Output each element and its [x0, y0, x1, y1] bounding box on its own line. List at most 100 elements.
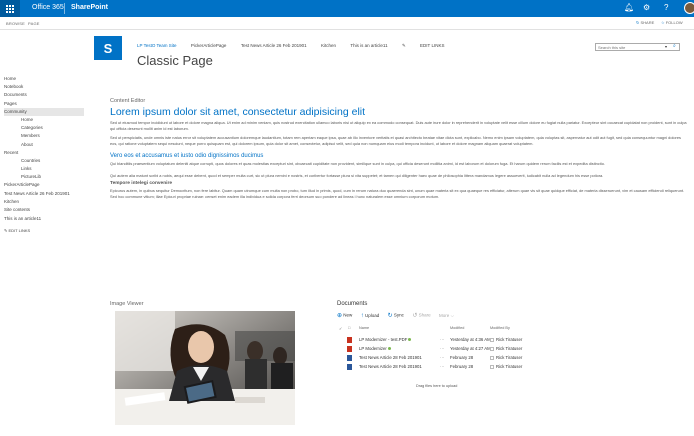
leftnav-item-site-contents[interactable]: Site contents [4, 206, 84, 214]
leftnav-item-pages[interactable]: Pages [4, 100, 84, 108]
table-row[interactable]: LP Modernizer ⋯ Yesterday at 4:27 AM Ric… [337, 346, 567, 354]
share-icon: ↻ [636, 20, 640, 25]
file-name-link[interactable]: Test News Article 28 Feb 201901 [359, 364, 422, 369]
star-icon: ☆ [661, 20, 665, 25]
column-header-name[interactable]: Name [359, 326, 369, 330]
leftnav-item-countries[interactable]: Countries [4, 157, 84, 165]
share-label: SHARE [640, 20, 655, 25]
file-type-header-icon[interactable]: □ [348, 326, 350, 330]
search-box[interactable]: ▾ ⌕ [595, 43, 680, 51]
tab-page[interactable]: PAGE [28, 21, 40, 26]
leftnav-item-picturelib[interactable]: PictureLib [4, 173, 84, 181]
pencil-icon: ✎ [4, 227, 8, 233]
file-name-link[interactable]: LP Modernizer - test.PDF [359, 337, 412, 342]
leftnav-item-links[interactable]: Links [4, 165, 84, 173]
leftnav-item-members[interactable]: Members [4, 132, 84, 140]
suite-bar: Office 365 SharePoint 🔔︎ ⚙ ? [0, 0, 694, 17]
upload-button[interactable]: ↑ Upload [361, 313, 380, 319]
image-viewer-title: Image Viewer [110, 301, 144, 307]
leftnav-item-categories[interactable]: Categories [4, 124, 84, 132]
column-header-modified[interactable]: Modified [450, 326, 464, 330]
modified-by[interactable]: Rick Tiratuser [490, 346, 522, 351]
documents-header-row: ✓ □ Name Modified Modified By [337, 326, 567, 333]
content-paragraph-1: Sed ut eiusmod tempor incididunt ut labo… [110, 120, 687, 131]
pdf-file-icon [347, 346, 352, 352]
leftnav-edit-links[interactable]: ✎ EDIT LINKS [4, 227, 84, 235]
gear-icon[interactable]: ⚙ [643, 3, 650, 13]
new-button[interactable]: ⊕ New [337, 312, 352, 319]
select-all-check-icon[interactable]: ✓ [339, 326, 342, 331]
image-viewer-photo[interactable] [115, 311, 295, 425]
help-icon[interactable]: ? [664, 3, 668, 13]
tab-browse[interactable]: BROWSE [6, 21, 25, 26]
leftnav-item-article11[interactable]: This is an article11 [4, 215, 84, 223]
documents-toolbar: ⊕ New ↑ Upload ↻ Sync ↺ Share More ⌵ [337, 312, 461, 322]
more-label: More [439, 312, 450, 318]
topnav-item-article11[interactable]: This is an article11 [350, 43, 387, 48]
modified-by[interactable]: Rick Tiratuser [490, 337, 522, 342]
ellipsis-icon[interactable]: ⋯ [440, 355, 444, 361]
follow-button[interactable]: ☆ FOLLOW [661, 20, 683, 25]
ellipsis-icon[interactable]: ⋯ [440, 346, 444, 352]
modified-by[interactable]: Rick Tiratuser [490, 355, 522, 360]
chevron-down-icon: ⌵ [450, 312, 454, 318]
leftnav-item-test-news[interactable]: Test News Article 26 Feb 201901 [4, 190, 84, 199]
file-name-link[interactable]: LP Modernizer [359, 346, 391, 351]
sync-icon: ↻ [387, 313, 393, 319]
leftnav-item-kitchen[interactable]: Kitchen [4, 198, 84, 206]
site-logo[interactable]: S [94, 36, 122, 60]
waffle-icon[interactable] [0, 0, 20, 17]
upload-icon: ↑ [360, 312, 364, 319]
table-row[interactable]: Test News Article 28 Feb 201901 ⋯ Februa… [337, 355, 567, 363]
content-paragraph-4: Qui autem alia matunt scribi a nobis, ae… [110, 173, 604, 178]
edit-links-label: EDIT LINKS [420, 43, 445, 48]
topnav-edit-links[interactable]: ✎ EDIT LINKS [402, 43, 457, 49]
drag-upload-hint[interactable]: Drag files here to upload [416, 384, 457, 388]
plus-circle-icon: ⊕ [337, 313, 343, 319]
leftnav-item-recent[interactable]: Recent [4, 149, 84, 157]
leftnav-item-community[interactable]: Community [4, 107, 84, 116]
page-title: Classic Page [137, 53, 213, 68]
modified-date: February 28 [450, 355, 474, 360]
topnav-item-kitchen[interactable]: Kitchen [321, 43, 336, 48]
table-row[interactable]: LP Modernizer - test.PDF ⋯ Yesterday at … [337, 337, 567, 345]
topnav-item-test-news[interactable]: Test News Article 26 Feb 201901 [241, 43, 307, 48]
leftnav-item-community-home[interactable]: Home [4, 116, 84, 124]
sharepoint-brand[interactable]: SharePoint [71, 4, 108, 11]
bell-icon[interactable]: 🔔︎ [624, 3, 634, 13]
modified-by[interactable]: Rick Tiratuser [490, 364, 522, 369]
leftnav-item-documents[interactable]: Documents [4, 91, 84, 99]
new-label: New [343, 312, 353, 318]
documents-title[interactable]: Documents [337, 301, 367, 307]
column-header-modified-by[interactable]: Modified By [490, 326, 510, 330]
presence-icon [490, 337, 494, 342]
share-button[interactable]: ↻ SHARE [636, 20, 654, 25]
content-heading-2: Vero eos et accusamus et iusto odio dign… [110, 153, 264, 159]
modified-date: February 28 [450, 364, 474, 369]
topnav-item-picker-article[interactable]: PickerArticlePage [191, 43, 227, 48]
brand-divider [64, 3, 65, 14]
content-editor-webpart: Content Editor Lorem ipsum dolor sit ame… [110, 98, 690, 200]
leftnav-item-picker-article[interactable]: PickerArticlePage [4, 181, 84, 189]
leftnav-item-home[interactable]: Home [4, 75, 84, 83]
ellipsis-icon[interactable]: ⋯ [440, 364, 444, 370]
table-row[interactable]: Test News Article 28 Feb 201901 ⋯ Februa… [337, 364, 567, 372]
search-icon[interactable]: ⌕ [673, 43, 676, 49]
new-badge-icon [387, 347, 391, 351]
topnav-item-team-site[interactable]: LP TestO Team Site [137, 43, 177, 48]
content-paragraph-2: Sed ut perspiciatis, unde omnis iste nat… [110, 135, 681, 146]
more-button[interactable]: More ⌵ [439, 313, 454, 318]
chevron-down-icon[interactable]: ▾ [665, 44, 667, 49]
sharepoint-logo-icon: S [103, 40, 113, 56]
share-docs-button[interactable]: ↺ Share [412, 312, 430, 319]
file-name-link[interactable]: Test News Article 28 Feb 201901 [359, 355, 422, 360]
word-file-icon [347, 364, 352, 370]
leftnav-item-about[interactable]: About [4, 141, 84, 149]
pdf-file-icon [347, 337, 352, 343]
ellipsis-icon[interactable]: ⋯ [440, 337, 444, 343]
sync-button[interactable]: ↻ Sync [388, 312, 404, 319]
search-input[interactable] [596, 44, 662, 50]
leftnav-item-notebook[interactable]: Notebook [4, 83, 84, 91]
avatar[interactable] [684, 2, 694, 14]
office365-brand[interactable]: Office 365 [32, 4, 64, 11]
